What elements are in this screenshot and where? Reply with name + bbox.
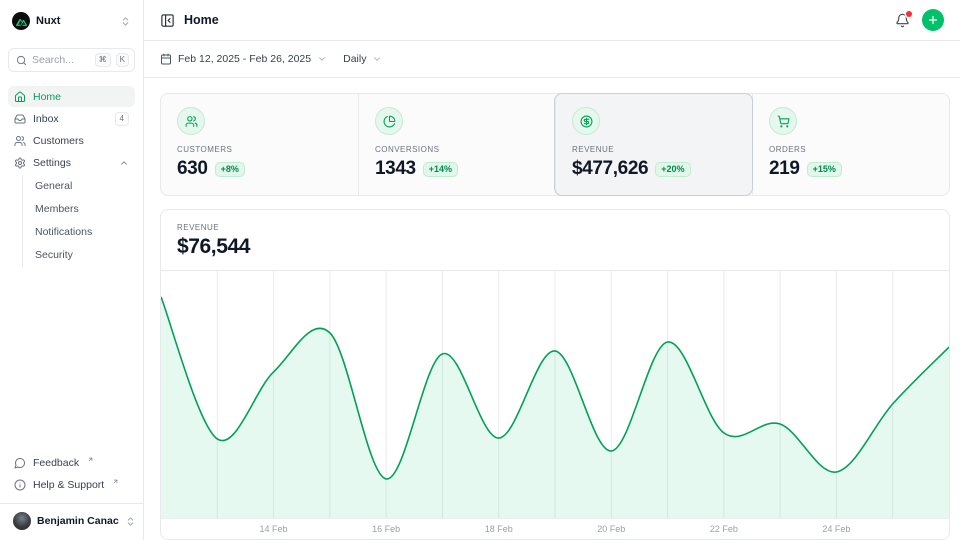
revenue-chart[interactable] [161, 271, 949, 518]
delta-badge: +20% [655, 162, 690, 177]
stat-card-orders[interactable]: ORDERS 219 +15% [752, 94, 949, 195]
x-tick-label: 18 Feb [485, 524, 513, 534]
x-tick-label: 20 Feb [597, 524, 625, 534]
stat-label: ORDERS [769, 145, 933, 154]
x-tick-label: 24 Feb [822, 524, 850, 534]
sidebar-item-inbox[interactable]: Inbox 4 [8, 108, 135, 129]
stat-value: $477,626 [572, 158, 648, 180]
sidebar-nav: Home Inbox 4 Customers Settings [8, 86, 135, 269]
sidebar-item-label: General [35, 180, 72, 192]
kbd-k: K [116, 53, 129, 67]
settings-subnav: General Members Notifications Security [22, 175, 135, 267]
stat-label: REVENUE [572, 145, 736, 154]
stat-value: 1343 [375, 158, 416, 180]
chart-metric-value: $76,544 [177, 235, 933, 259]
stat-card-customers[interactable]: CUSTOMERS 630 +8% [161, 94, 358, 195]
chevron-down-icon [317, 54, 327, 64]
chevrons-up-down-icon [125, 516, 136, 527]
stat-card-revenue[interactable]: REVENUE $477,626 +20% [555, 94, 752, 195]
users-icon [177, 107, 205, 135]
external-link-icon [112, 478, 119, 485]
page-title: Home [184, 13, 219, 27]
nuxt-logo-icon [12, 12, 30, 30]
user-name: Benjamin Canac [37, 515, 119, 527]
revenue-chart-card: REVENUE $76,544 14 Feb 16 Feb 18 Feb 20 Feb… [160, 209, 950, 540]
chevrons-up-down-icon [120, 16, 131, 27]
sidebar-item-label: Notifications [35, 226, 92, 238]
sidebar-item-home[interactable]: Home [8, 86, 135, 107]
chevron-down-icon [372, 54, 382, 64]
x-tick-label: 14 Feb [260, 524, 288, 534]
chevron-up-icon [119, 158, 129, 168]
home-icon [14, 91, 26, 103]
sidebar-item-members[interactable]: Members [23, 198, 135, 220]
sidebar-item-label: Inbox [33, 113, 59, 125]
gear-icon [14, 157, 26, 169]
stat-label: CUSTOMERS [177, 145, 342, 154]
stat-label: CONVERSIONS [375, 145, 539, 154]
content: CUSTOMERS 630 +8% CONVERSIONS 1343 +14% [144, 78, 960, 540]
chart-x-axis: 14 Feb 16 Feb 18 Feb 20 Feb 22 Feb 24 Feb [161, 518, 949, 539]
delta-badge: +14% [423, 162, 458, 177]
sidebar-item-label: Security [35, 249, 73, 261]
topbar: Home [144, 0, 960, 41]
search-input[interactable]: Search... ⌘ K [8, 48, 135, 72]
sidebar-item-customers[interactable]: Customers [8, 130, 135, 151]
footer-link-label: Feedback [33, 457, 79, 469]
period-select[interactable]: Daily [343, 53, 382, 65]
app-window: Nuxt Search... ⌘ K Home [0, 0, 960, 540]
search-placeholder: Search... [32, 54, 90, 66]
footer-link-label: Help & Support [33, 479, 104, 491]
period-label: Daily [343, 53, 366, 65]
calendar-icon [160, 53, 172, 65]
chart-header: REVENUE $76,544 [161, 210, 949, 270]
sidebar: Nuxt Search... ⌘ K Home [0, 0, 144, 540]
add-button[interactable] [922, 9, 944, 31]
inbox-icon [14, 113, 26, 125]
notifications-button[interactable] [895, 13, 910, 28]
shopping-cart-icon [769, 107, 797, 135]
x-tick-label: 22 Feb [710, 524, 738, 534]
workspace-switcher[interactable]: Nuxt [8, 10, 135, 32]
sidebar-item-label: Customers [33, 135, 84, 147]
inbox-count-badge: 4 [115, 112, 129, 126]
sidebar-item-label: Members [35, 203, 79, 215]
info-icon [14, 479, 26, 491]
sidebar-item-label: Home [33, 91, 61, 103]
delta-badge: +8% [215, 162, 245, 177]
sidebar-item-label: Settings [33, 157, 71, 169]
search-icon [16, 55, 27, 66]
avatar [13, 512, 31, 530]
delta-badge: +15% [807, 162, 842, 177]
chart-metric-label: REVENUE [177, 223, 933, 232]
date-range-label: Feb 12, 2025 - Feb 26, 2025 [178, 53, 311, 65]
sidebar-footer: Feedback Help & Support [8, 452, 135, 496]
chart-plot-area [161, 270, 949, 518]
users-icon [14, 135, 26, 147]
sidebar-item-security[interactable]: Security [23, 244, 135, 266]
stat-value: 219 [769, 158, 800, 180]
help-support-link[interactable]: Help & Support [8, 474, 135, 495]
user-menu[interactable]: Benjamin Canac [8, 509, 135, 533]
stats-row: CUSTOMERS 630 +8% CONVERSIONS 1343 +14% [160, 93, 950, 196]
kbd-cmd: ⌘ [95, 53, 111, 67]
x-tick-label: 16 Feb [372, 524, 400, 534]
stat-card-conversions[interactable]: CONVERSIONS 1343 +14% [358, 94, 555, 195]
workspace-name: Nuxt [36, 15, 60, 27]
stat-value: 630 [177, 158, 208, 180]
message-circle-icon [14, 457, 26, 469]
user-section: Benjamin Canac [0, 503, 143, 540]
external-link-icon [87, 456, 94, 463]
main-area: Home Feb 12, 2025 - Feb 26, 2025 [144, 0, 960, 540]
sidebar-item-settings[interactable]: Settings [8, 152, 135, 173]
pie-chart-icon [375, 107, 403, 135]
toolbar: Feb 12, 2025 - Feb 26, 2025 Daily [144, 41, 960, 78]
sidebar-item-notifications[interactable]: Notifications [23, 221, 135, 243]
sidebar-item-general[interactable]: General [23, 175, 135, 197]
feedback-link[interactable]: Feedback [8, 452, 135, 473]
collapse-sidebar-button[interactable] [160, 13, 175, 28]
dollar-circle-icon [572, 107, 600, 135]
date-range-picker[interactable]: Feb 12, 2025 - Feb 26, 2025 [160, 53, 327, 65]
notification-dot [906, 11, 912, 17]
